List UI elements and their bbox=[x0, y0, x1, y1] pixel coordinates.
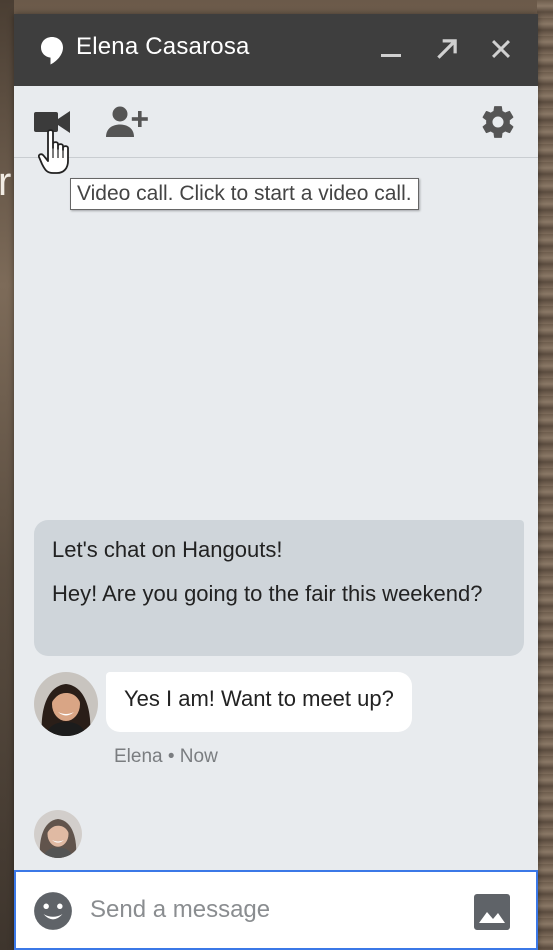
popout-button[interactable] bbox=[430, 32, 464, 66]
message-input[interactable] bbox=[90, 888, 450, 932]
close-button[interactable] bbox=[484, 32, 518, 66]
chat-toolbar bbox=[14, 86, 538, 158]
video-call-tooltip: Video call. Click to start a video call. bbox=[70, 178, 419, 210]
chat-window: Elena Casarosa Video call. Click to star… bbox=[14, 14, 538, 950]
title-bar[interactable]: Elena Casarosa bbox=[14, 14, 538, 86]
gear-icon bbox=[482, 106, 514, 138]
incoming-message-line: Let's chat on Hangouts! bbox=[52, 537, 283, 562]
chat-title: Elena Casarosa bbox=[76, 33, 250, 60]
avatar[interactable] bbox=[34, 672, 98, 736]
background-right-strip bbox=[537, 0, 553, 950]
message-composer bbox=[14, 870, 538, 950]
background-left-strip bbox=[0, 0, 14, 950]
incoming-message-line: Hey! Are you going to the fair this week… bbox=[52, 581, 483, 606]
reply-message-bubble: Yes I am! Want to meet up? bbox=[106, 672, 412, 732]
minimize-button[interactable] bbox=[374, 32, 408, 66]
close-icon bbox=[492, 40, 510, 58]
background-partial-text: r bbox=[0, 160, 12, 204]
avatar-photo bbox=[34, 810, 82, 858]
image-icon[interactable] bbox=[472, 892, 512, 932]
video-camera-icon bbox=[34, 111, 70, 133]
popout-icon bbox=[437, 39, 457, 59]
emoji-icon[interactable] bbox=[32, 890, 74, 932]
add-people-button[interactable] bbox=[106, 102, 150, 142]
video-call-button[interactable] bbox=[30, 102, 74, 142]
incoming-message-bubble: Let's chat on Hangouts! Hey! Are you goi… bbox=[34, 520, 524, 656]
add-person-icon bbox=[106, 106, 148, 137]
avatar-photo bbox=[34, 672, 98, 736]
minimize-icon bbox=[381, 54, 401, 57]
hangouts-bubble-icon bbox=[41, 37, 63, 65]
read-receipt-avatar bbox=[34, 810, 82, 858]
message-meta: Elena • Now bbox=[114, 746, 218, 767]
settings-button[interactable] bbox=[476, 102, 520, 142]
